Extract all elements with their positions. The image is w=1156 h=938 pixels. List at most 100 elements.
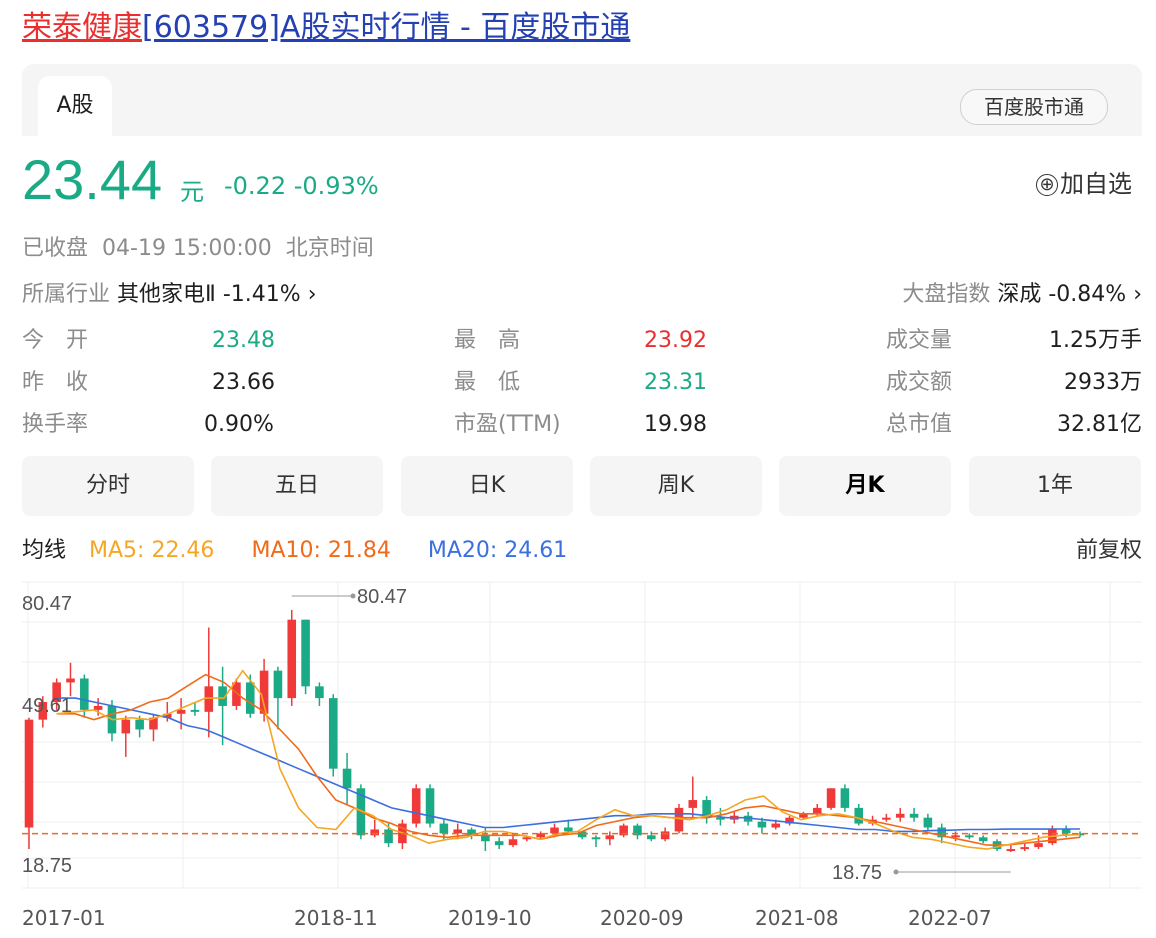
candle-body: [951, 835, 960, 838]
stat-value: 23.31: [644, 370, 707, 395]
stat-value: 19.98: [644, 412, 707, 437]
candle-body: [508, 839, 518, 846]
tab-monthly-k[interactable]: 月K: [779, 456, 951, 516]
stat-value: 1.25万手: [1049, 328, 1142, 353]
x-tick-label: 2019-10: [448, 906, 532, 930]
page-title[interactable]: 荣泰健康[603579]A股实时行情 - 百度股市通: [22, 8, 630, 48]
tab-intraday[interactable]: 分时: [22, 456, 194, 516]
ma-legend: 均线 MA5: 22.46 MA10: 21.84 MA20: 24.61: [22, 532, 597, 564]
candle-body: [287, 619, 297, 699]
min-marker-dot: [893, 869, 899, 875]
candle-body: [453, 829, 462, 834]
chevron-right-icon: ›: [1133, 282, 1142, 307]
ma5-value: MA5: 22.46: [89, 538, 215, 563]
stat-value: 32.81亿: [1057, 412, 1142, 437]
candle-body: [481, 835, 490, 842]
ma10-value: MA10: 21.84: [251, 538, 391, 563]
timezone-label: 北京时间: [285, 236, 374, 261]
candle-body: [895, 813, 905, 818]
candle-body: [647, 835, 656, 840]
change-percent: -0.93%: [293, 172, 379, 200]
stat-label: 今 开: [22, 328, 89, 353]
candle-body: [826, 788, 836, 808]
market-index-link[interactable]: 大盘指数 深成 -0.84% ›: [902, 276, 1142, 308]
candle-body: [757, 821, 767, 828]
candle-body: [190, 709, 200, 712]
candle-body: [342, 768, 352, 789]
x-tick-label: 2018-11: [294, 906, 378, 930]
stat-value: 0.90%: [204, 412, 274, 437]
tab-five-day[interactable]: 五日: [211, 456, 383, 516]
candle-body: [978, 837, 988, 842]
candle-body: [840, 788, 850, 808]
candle-body: [24, 719, 34, 828]
candle-body: [1034, 843, 1043, 848]
candle-body: [315, 686, 324, 699]
candle-body: [965, 835, 974, 838]
candle-body: [121, 719, 131, 734]
y-tick-label: 18.75: [22, 855, 72, 877]
current-price: 23.44: [22, 148, 163, 211]
close-status: 已收盘: [22, 236, 89, 261]
index-change: -0.84%: [1048, 282, 1127, 307]
candle-body: [812, 807, 822, 814]
tab-weekly-k[interactable]: 周K: [590, 456, 762, 516]
candle-body: [135, 719, 144, 730]
ma20-value: MA20: 24.61: [427, 538, 568, 563]
candle-body: [854, 807, 864, 824]
industry-link[interactable]: 所属行业 其他家电Ⅱ -1.41% ›: [22, 276, 317, 308]
adjust-toggle[interactable]: 前复权: [1076, 532, 1142, 564]
stat-label: 昨 收: [22, 370, 89, 395]
add-watchlist-button[interactable]: ⊕ 加自选: [1036, 164, 1132, 199]
stock-title-link[interactable]: [603579]A股实时行情 - 百度股市通: [142, 10, 630, 45]
industry-change: -1.41%: [222, 282, 301, 307]
candle-body: [425, 788, 435, 824]
market-status: 已收盘 04-19 15:00:00 北京时间: [22, 230, 388, 262]
y-tick-label: 80.47: [22, 593, 72, 615]
tab-a-share[interactable]: A股: [38, 76, 112, 136]
y-tick-label: 49.61: [22, 695, 72, 717]
candle-body: [1020, 847, 1029, 850]
candle-body: [232, 682, 241, 706]
change-value: -0.22: [224, 172, 287, 200]
ma-label: 均线: [22, 538, 67, 563]
candle-body: [66, 678, 75, 683]
period-tabs: 分时 五日 日K 周K 月K 1年: [22, 456, 1142, 516]
candle-body: [273, 670, 283, 699]
source-button[interactable]: 百度股市通: [960, 89, 1108, 125]
kline-chart[interactable]: 80.47 49.61 18.75 80.47 18.75: [0, 570, 1156, 900]
candle-body: [605, 835, 615, 840]
stat-value: 23.66: [212, 370, 275, 395]
candle-body: [80, 678, 89, 710]
candle-body: [923, 817, 933, 828]
candle-body: [591, 837, 601, 840]
tab-daily-k[interactable]: 日K: [401, 456, 573, 516]
stat-label: 成交量: [886, 328, 953, 353]
candle-body: [328, 698, 338, 769]
candle-body: [909, 813, 919, 818]
x-tick-label: 2022-07: [908, 906, 992, 930]
candle-body: [370, 829, 380, 836]
x-tick-label: 2020-09: [600, 906, 684, 930]
stock-name-link[interactable]: 荣泰健康: [22, 10, 142, 45]
candle-body: [771, 823, 781, 828]
candle-body: [1061, 829, 1071, 834]
chevron-right-icon: ›: [307, 282, 317, 307]
stat-label: 最 高: [454, 328, 521, 353]
candle-body: [660, 831, 670, 840]
candle-body: [411, 788, 421, 824]
candle-body: [301, 619, 310, 687]
min-marker-label: 18.75: [832, 862, 882, 884]
stat-label: 换手率: [22, 412, 89, 437]
candle-body: [384, 829, 393, 844]
max-marker-label: 80.47: [357, 586, 407, 608]
stat-value: 23.48: [212, 328, 275, 353]
plus-circle-icon: ⊕: [1036, 174, 1058, 196]
candle-body: [688, 800, 698, 808]
stat-label: 总市值: [886, 412, 953, 437]
tab-one-year[interactable]: 1年: [969, 456, 1141, 516]
industry-name: 其他家电Ⅱ: [117, 282, 216, 307]
x-tick-label: 2021-08: [755, 906, 839, 930]
stat-value: 23.92: [644, 328, 707, 353]
price-change: -0.22 -0.93%: [224, 172, 379, 200]
